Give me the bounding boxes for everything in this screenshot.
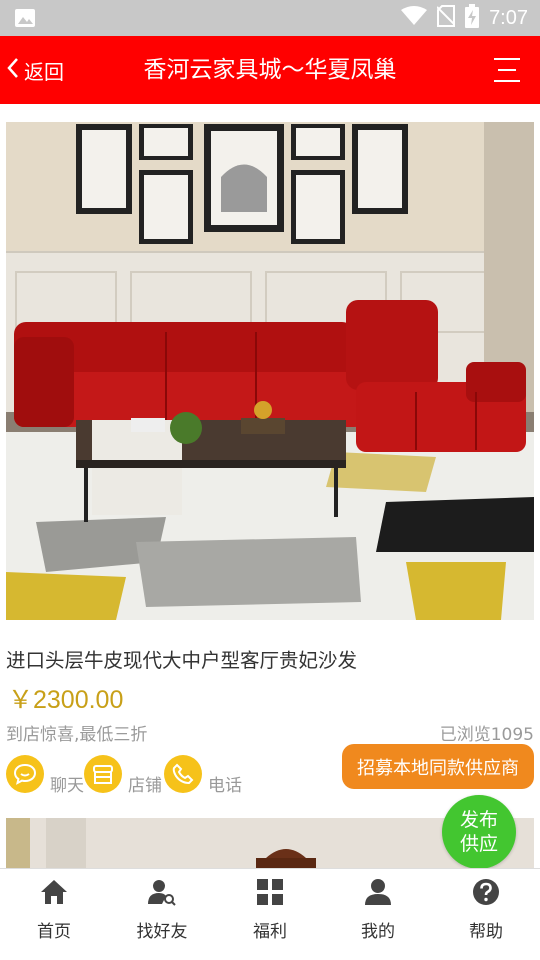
nav-item-help[interactable]: 帮助 bbox=[432, 869, 540, 960]
nav-item-welfare[interactable]: 福利 bbox=[216, 869, 324, 960]
product-title[interactable]: 进口头层牛皮现代大中户型客厅贵妃沙发 bbox=[6, 644, 357, 673]
publish-label-line1: 发布 bbox=[459, 809, 498, 831]
nav-item-mine[interactable]: 我的 bbox=[324, 869, 432, 960]
find-friend-icon bbox=[146, 875, 178, 909]
nav-item-home[interactable]: 首页 bbox=[0, 869, 108, 960]
nav-item-find-friends[interactable]: 找好友 bbox=[108, 869, 216, 960]
user-icon bbox=[362, 875, 394, 909]
app-header: 返回 香河云家具城～华夏凤巢 bbox=[0, 36, 540, 104]
nav-label-mine: 我的 bbox=[361, 922, 395, 942]
chat-label: 聊天 bbox=[50, 775, 84, 796]
nav-label-help: 帮助 bbox=[469, 922, 503, 942]
chat-button[interactable]: 聊天 bbox=[6, 752, 84, 796]
home-icon bbox=[38, 875, 70, 909]
view-count: 已浏览1095 bbox=[439, 725, 534, 745]
recruit-supplier-button[interactable]: 招募本地同款供应商 bbox=[342, 744, 534, 789]
no-sim-icon bbox=[436, 5, 456, 31]
chat-icon bbox=[6, 755, 44, 793]
image-notification-icon bbox=[14, 8, 36, 28]
page-title: 香河云家具城～华夏凤巢 bbox=[143, 57, 397, 83]
menu-icon[interactable] bbox=[494, 58, 520, 82]
status-bar: 7:07 bbox=[0, 0, 540, 36]
back-button[interactable]: 返回 bbox=[6, 52, 64, 88]
chevron-left-icon bbox=[6, 57, 20, 84]
nav-label-find-friends: 找好友 bbox=[136, 922, 188, 942]
store-label: 店铺 bbox=[128, 775, 162, 796]
bottom-nav: 首页 找好友 福利 我的 帮助 bbox=[0, 868, 540, 960]
phone-icon bbox=[164, 755, 202, 793]
promo-text: 到店惊喜,最低三折 bbox=[6, 725, 148, 745]
nav-label-home: 首页 bbox=[37, 922, 71, 942]
phone-button[interactable]: 电话 bbox=[164, 752, 242, 796]
wifi-icon bbox=[401, 6, 428, 30]
help-icon bbox=[470, 875, 502, 909]
grid-icon bbox=[254, 875, 286, 909]
phone-label: 电话 bbox=[208, 775, 242, 796]
nav-label-welfare: 福利 bbox=[253, 922, 287, 942]
product-image[interactable] bbox=[6, 122, 534, 620]
store-icon bbox=[84, 755, 122, 793]
store-button[interactable]: 店铺 bbox=[84, 752, 162, 796]
battery-charging-icon bbox=[465, 4, 480, 32]
status-time: 7:07 bbox=[489, 6, 528, 29]
publish-label-line2: 供应 bbox=[459, 833, 498, 855]
back-label: 返回 bbox=[24, 59, 64, 84]
publish-supply-button[interactable]: 发布 供应 bbox=[442, 795, 516, 869]
product-price: ￥2300.00 bbox=[8, 686, 124, 714]
